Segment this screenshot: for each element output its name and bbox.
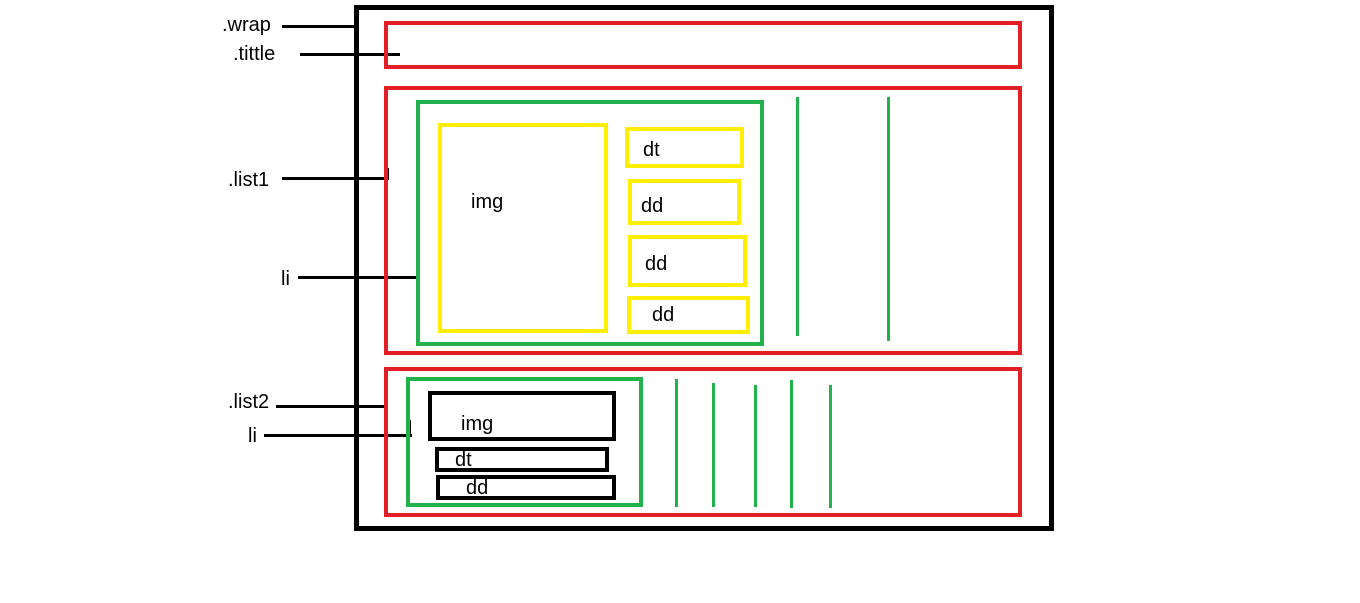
list1-item-divider-1 — [796, 97, 799, 336]
list2-img-box — [428, 391, 616, 441]
label-li-2: li — [248, 425, 257, 447]
list2-item-divider-2 — [712, 383, 715, 507]
list1-img-label: img — [471, 191, 504, 213]
list1-dd-box-3 — [627, 296, 750, 334]
label-title: .tittle — [233, 43, 276, 65]
list1-img-box — [438, 123, 608, 333]
list2-dd-label: dd — [466, 477, 489, 499]
label-list2: .list2 — [228, 391, 270, 413]
list1-dt-label: dt — [643, 139, 660, 161]
title-box — [384, 21, 1022, 69]
label-wrap: .wrap — [222, 14, 271, 36]
list2-dt-label: dt — [455, 449, 472, 471]
leader-wrap — [282, 25, 356, 28]
list2-img-label: img — [461, 413, 494, 435]
list2-dd-box — [436, 475, 616, 500]
list1-dd-label-2: dd — [645, 253, 668, 275]
list1-item-divider-2 — [887, 97, 890, 341]
list2-item-divider-5 — [829, 385, 832, 508]
label-li-1: li — [281, 268, 290, 290]
label-list1: .list1 — [228, 169, 270, 191]
list1-dd-label-3: dd — [652, 304, 675, 326]
list2-item-divider-1 — [675, 379, 678, 507]
list2-item-divider-4 — [790, 380, 793, 508]
list1-dd-label-1: dd — [641, 195, 664, 217]
list2-item-divider-3 — [754, 385, 757, 507]
